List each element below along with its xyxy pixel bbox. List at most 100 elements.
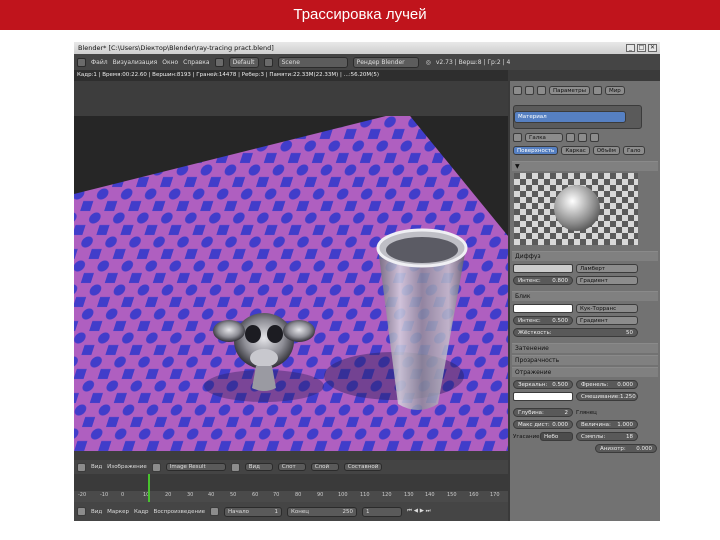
transparency-panel-header[interactable]: Прозрачность xyxy=(512,355,658,365)
diffuse-intensity-field[interactable]: Интенс: 0.800 xyxy=(513,276,573,285)
window-titlebar: Blender* [C:\Users\Diектор\Blender\ray-t… xyxy=(74,42,660,54)
mirror-gloss-amount-value: 1.000 xyxy=(617,422,633,428)
material-browse-icon[interactable] xyxy=(513,133,522,142)
world-tab-icon[interactable] xyxy=(537,86,546,95)
mirror-fade-select[interactable]: Небо xyxy=(540,432,573,441)
menu-frame[interactable]: Кадр xyxy=(134,509,149,515)
menu-help[interactable]: Справка xyxy=(183,59,209,66)
current-frame-field[interactable]: 1 xyxy=(362,506,403,517)
specular-row: Кук-Торранс xyxy=(513,304,657,313)
specular-hardness-field[interactable]: Жёсткость: 50 xyxy=(513,328,638,337)
tab-settings[interactable]: Параметры xyxy=(549,86,590,95)
render-engine-select[interactable]: Рендер Blender xyxy=(352,56,419,68)
material-name-field[interactable]: Галка xyxy=(525,133,563,142)
editor-type-icon[interactable] xyxy=(77,507,86,516)
material-unlink-icon[interactable] xyxy=(590,133,599,142)
image-browse-icon[interactable] xyxy=(151,462,161,472)
specular-hardness-value: 50 xyxy=(626,330,633,336)
menu-view[interactable]: Вид xyxy=(91,464,102,470)
view-select[interactable]: Вид xyxy=(244,463,273,471)
mirror-color-swatch[interactable] xyxy=(513,392,573,401)
mirror-samples-field[interactable]: Сэмплы: 18 xyxy=(576,432,638,441)
monkey-muzzle xyxy=(250,349,278,367)
mirror-reflect-field[interactable]: Зеркальн: 0.500 xyxy=(513,380,573,389)
material-new-icon[interactable] xyxy=(578,133,587,142)
record-icon[interactable] xyxy=(210,507,220,516)
blender-logo-icon: ◎ xyxy=(425,58,431,66)
slot-select[interactable]: Слот xyxy=(277,463,306,471)
preview-tab-row: Поверхность Каркас Объём Гало xyxy=(513,146,657,155)
mirror-aniso-field[interactable]: Анизотр: 0.000 xyxy=(595,444,657,453)
start-frame-field[interactable]: Начало 1 xyxy=(224,506,283,517)
timeline[interactable]: -20 -10 0 10 20 30 40 50 60 70 80 90 100 110 120 130 140… xyxy=(74,474,508,502)
mirror-fade-label: Угасание: xyxy=(513,433,542,440)
menu-render[interactable]: Визуализация xyxy=(113,59,158,66)
shading-panel-header[interactable]: Затенение xyxy=(512,343,658,353)
diffuse-ramp-checkbox[interactable]: Градиент xyxy=(576,276,638,285)
frame-cursor[interactable] xyxy=(148,474,150,502)
mirror-gloss-amount-field[interactable]: Величина: 1.000 xyxy=(576,420,638,429)
tab-wire[interactable]: Каркас xyxy=(561,146,590,155)
image-name-field[interactable]: Image Result xyxy=(165,463,226,471)
mirror-panel-header[interactable]: Отражение xyxy=(512,367,658,377)
editor-type-icon[interactable] xyxy=(77,462,86,472)
tab-world[interactable]: Мир xyxy=(604,86,625,95)
diffuse-panel-header[interactable]: Диффуз xyxy=(512,251,658,261)
image-pin-icon[interactable] xyxy=(230,462,240,472)
timeline-tick-label: 160 xyxy=(469,492,479,498)
material-tab-icon[interactable] xyxy=(592,86,602,95)
mirror-fresnel-field[interactable]: Френель: 0.000 xyxy=(576,380,638,389)
scene-select[interactable]: Scene xyxy=(277,56,348,68)
tab-surface[interactable]: Поверхность xyxy=(513,146,559,155)
specular-color-swatch[interactable] xyxy=(513,304,573,313)
material-fake-user-icon[interactable] xyxy=(566,133,575,142)
close-icon[interactable]: ✕ xyxy=(648,44,657,52)
timeline-tick-label: 90 xyxy=(317,492,324,498)
diffuse-shader-select[interactable]: Ламберт xyxy=(576,264,638,273)
pass-select[interactable]: Составной xyxy=(343,463,383,471)
menu-file[interactable]: Файл xyxy=(91,59,108,66)
menu-marker[interactable]: Маркер xyxy=(107,509,129,515)
specular-ramp-checkbox[interactable]: Градиент xyxy=(576,316,638,325)
image-editor-header: Вид Изображение Image Result Вид Слот Сл… xyxy=(74,460,508,474)
timeline-tick-label: 40 xyxy=(208,492,215,498)
specular-shader-select[interactable]: Кук-Торранс xyxy=(576,304,638,313)
end-frame-field[interactable]: Конец 250 xyxy=(287,506,358,517)
material-slot[interactable]: Материал xyxy=(514,111,626,123)
material-slot-list[interactable]: Материал xyxy=(513,105,642,129)
editor-type-icon[interactable] xyxy=(77,57,86,67)
slide-title: Трассировка лучей xyxy=(0,0,720,30)
layout-select[interactable]: Default xyxy=(228,56,259,68)
viewport-info: Кадр:1 | Время:00:22.60 | Вершин:8193 | … xyxy=(74,70,508,81)
current-frame-value: 1 xyxy=(366,508,370,515)
playback-controls-icon[interactable]: ⏮ ◀ ▶ ⏭ xyxy=(407,508,431,515)
timeline-track[interactable] xyxy=(74,474,508,491)
mirror-depth-field[interactable]: Глубина: 2 xyxy=(513,408,573,417)
render-tab-icon[interactable] xyxy=(513,86,522,95)
mirror-blend-field[interactable]: Смешивание: 1.250 xyxy=(576,392,638,401)
tab-volume[interactable]: Объём xyxy=(592,146,620,155)
diffuse-intensity-label: Интенс: xyxy=(518,278,541,284)
scene-icon[interactable] xyxy=(263,57,273,67)
mirror-max-dist-value: 0.000 xyxy=(552,422,568,428)
menu-image[interactable]: Изображение xyxy=(107,464,147,470)
preview-panel-header[interactable]: ▼ xyxy=(512,161,658,171)
scene-tab-icon[interactable] xyxy=(525,86,534,95)
start-frame-value: 1 xyxy=(274,508,279,515)
mirror-gloss-amount-label: Величина: xyxy=(581,422,611,428)
specular-panel-header[interactable]: Блик xyxy=(512,291,658,301)
menu-window[interactable]: Окно xyxy=(162,59,178,66)
mirror-max-dist-field[interactable]: Макс дист: 0.000 xyxy=(513,420,573,429)
diffuse-color-swatch[interactable] xyxy=(513,264,573,273)
tab-halo[interactable]: Гало xyxy=(622,146,645,155)
menu-playback[interactable]: Воспроизведение xyxy=(154,509,205,515)
menu-view[interactable]: Вид xyxy=(91,509,102,515)
image-editor[interactable] xyxy=(74,81,508,460)
specular-intensity-field[interactable]: Интенс: 0.500 xyxy=(513,316,573,325)
layout-icon[interactable] xyxy=(214,57,224,67)
specular-hardness-label: Жёсткость: xyxy=(518,330,552,336)
layer-select[interactable]: Слой xyxy=(310,463,339,471)
minimize-icon[interactable]: _ xyxy=(626,44,635,52)
maximize-icon[interactable]: □ xyxy=(637,44,646,52)
mirror-samples-value: 18 xyxy=(626,434,633,440)
